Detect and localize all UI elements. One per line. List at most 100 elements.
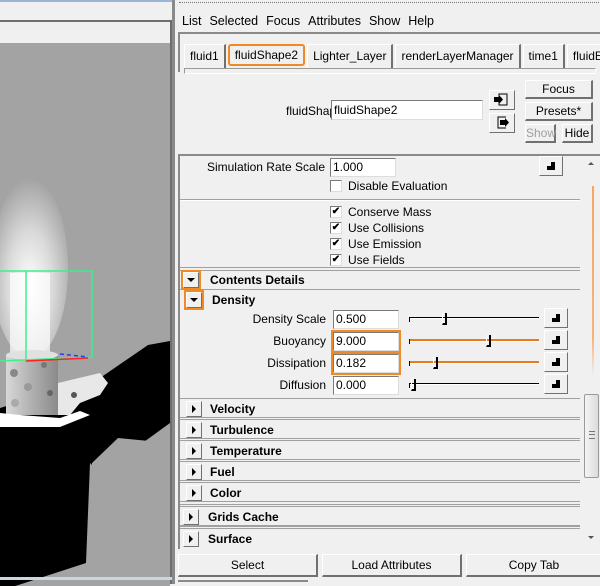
simulation-rate-scale-field[interactable]: 1.000 [330, 158, 396, 177]
temperature-toggle[interactable] [186, 443, 202, 459]
temperature-header[interactable]: Temperature [180, 440, 580, 460]
density-scale-slider[interactable] [409, 313, 539, 325]
focus-button[interactable]: Focus [525, 80, 593, 99]
collapse-arrow-icon [187, 278, 195, 282]
simulation-rate-scale-label: Simulation Rate Scale [206, 160, 325, 174]
density-scale-map-button[interactable] [544, 308, 568, 328]
hide-button[interactable]: Hide [562, 124, 593, 143]
slider-thumb[interactable] [433, 357, 438, 369]
dissipation-slider[interactable] [409, 357, 539, 369]
attribute-scroll-area[interactable]: Simulation Rate Scale 1.000 Disable Eval… [178, 154, 600, 549]
use-collisions-checkbox[interactable]: ✔ [330, 222, 342, 234]
node-tabs: fluid1 fluidShape2 Lighter_Layer renderL… [184, 44, 600, 68]
menu-selected[interactable]: Selected [205, 12, 262, 30]
expand-arrow-icon [189, 535, 193, 543]
density-header[interactable]: Density [180, 290, 580, 310]
3d-viewport[interactable] [0, 43, 170, 586]
disable-evaluation-label: Disable Evaluation [348, 179, 448, 193]
fuel-toggle[interactable] [186, 464, 202, 480]
disable-evaluation-checkbox[interactable] [330, 180, 342, 192]
dock-grip[interactable] [179, 2, 599, 6]
slider-thumb[interactable] [411, 379, 416, 391]
status-strip [178, 580, 308, 582]
expand-arrow-icon [192, 489, 196, 497]
menu-show[interactable]: Show [365, 12, 404, 30]
scroll-up-arrow-icon[interactable] [588, 162, 594, 165]
grids-cache-toggle[interactable] [183, 509, 199, 525]
expand-arrow-icon [192, 468, 196, 476]
scroll-down-arrow-icon[interactable] [588, 536, 594, 539]
contents-details-toggle[interactable] [181, 270, 201, 290]
input-connection-button[interactable] [489, 90, 515, 110]
show-button[interactable]: Show [525, 124, 556, 143]
buoyancy-map-button[interactable] [544, 330, 568, 350]
attribute-list: Simulation Rate Scale 1.000 Disable Eval… [180, 156, 580, 549]
node-name-field[interactable]: fluidShape2 [331, 100, 483, 120]
diffusion-field[interactable]: 0.000 [333, 376, 399, 395]
tab-fluidshape2[interactable]: fluidShape2 [227, 44, 306, 66]
use-fields-checkbox[interactable]: ✔ [330, 254, 342, 266]
slider-thumb[interactable] [442, 313, 447, 325]
tab-lighter-layer[interactable]: Lighter_Layer [307, 44, 394, 68]
velocity-header[interactable]: Velocity [180, 398, 580, 418]
turbulence-header[interactable]: Turbulence [180, 419, 580, 439]
menu-focus[interactable]: Focus [262, 12, 304, 30]
diffusion-map-button[interactable] [544, 374, 568, 394]
expand-arrow-icon [192, 405, 196, 413]
fuel-title: Fuel [210, 465, 235, 479]
tab-fluid1[interactable]: fluid1 [184, 44, 226, 68]
surface-toggle[interactable] [183, 531, 199, 547]
use-emission-checkbox[interactable]: ✔ [330, 238, 342, 250]
diffusion-label: Diffusion [279, 378, 326, 392]
color-toggle[interactable] [186, 485, 202, 501]
dissipation-field[interactable]: 0.182 [331, 352, 401, 375]
presets-button[interactable]: Presets* [525, 102, 593, 121]
surface-title: Surface [208, 532, 253, 546]
conserve-mass-checkbox[interactable]: ✔ [330, 206, 342, 218]
map-texture-icon [552, 336, 561, 345]
diffusion-slider[interactable] [409, 379, 539, 391]
expand-arrow-icon [189, 513, 193, 521]
copy-tab-button[interactable]: Copy Tab [466, 554, 600, 577]
grids-cache-header[interactable]: Grids Cache [180, 504, 580, 526]
density-scale-field[interactable]: 0.500 [333, 310, 399, 329]
viewport-title-strip [0, 0, 172, 2]
contents-details-header[interactable]: Contents Details [180, 270, 580, 290]
grids-cache-title: Grids Cache [208, 510, 279, 524]
tab-time1[interactable]: time1 [522, 44, 565, 68]
node-tabs-panel: fluid1 fluidShape2 Lighter_Layer renderL… [178, 32, 600, 74]
turbulence-toggle[interactable] [186, 422, 202, 438]
attribute-scrollbar[interactable] [584, 156, 600, 549]
buoyancy-field[interactable]: 9.000 [331, 330, 401, 353]
menu-help[interactable]: Help [404, 12, 438, 30]
grip-icon [589, 431, 595, 439]
smoke-column [10, 273, 50, 353]
tab-pane-edge [184, 68, 596, 74]
select-button[interactable]: Select [178, 554, 318, 577]
menu-list[interactable]: List [178, 12, 205, 30]
collapse-arrow-icon [190, 298, 198, 302]
velocity-toggle[interactable] [186, 401, 202, 417]
color-header[interactable]: Color [180, 482, 580, 502]
menu-bar: List Selected Focus Attributes Show Help [178, 12, 438, 30]
output-connection-button[interactable] [489, 113, 515, 133]
surface-header[interactable]: Surface [180, 526, 580, 547]
load-attributes-button[interactable]: Load Attributes [322, 554, 462, 577]
temperature-title: Temperature [210, 444, 282, 458]
tab-render-layer-manager[interactable]: renderLayerManager [395, 44, 521, 68]
density-toggle[interactable] [184, 290, 204, 310]
map-texture-icon [552, 380, 561, 389]
slider-thumb[interactable] [486, 335, 491, 347]
fuel-header[interactable]: Fuel [180, 461, 580, 481]
simulation-rate-map-button[interactable] [539, 156, 563, 176]
tab-fluid-emitter1[interactable]: fluidEmitter1 [566, 44, 600, 68]
contents-details-title: Contents Details [210, 273, 305, 287]
expand-arrow-icon [192, 447, 196, 455]
viewport-scene [0, 178, 170, 586]
density-title: Density [212, 293, 256, 307]
dissipation-map-button[interactable] [544, 352, 568, 372]
scrollbar-thumb[interactable] [584, 394, 599, 478]
buoyancy-slider[interactable] [409, 335, 539, 347]
menu-attributes[interactable]: Attributes [304, 12, 365, 30]
density-scale-label: Density Scale [252, 312, 326, 326]
